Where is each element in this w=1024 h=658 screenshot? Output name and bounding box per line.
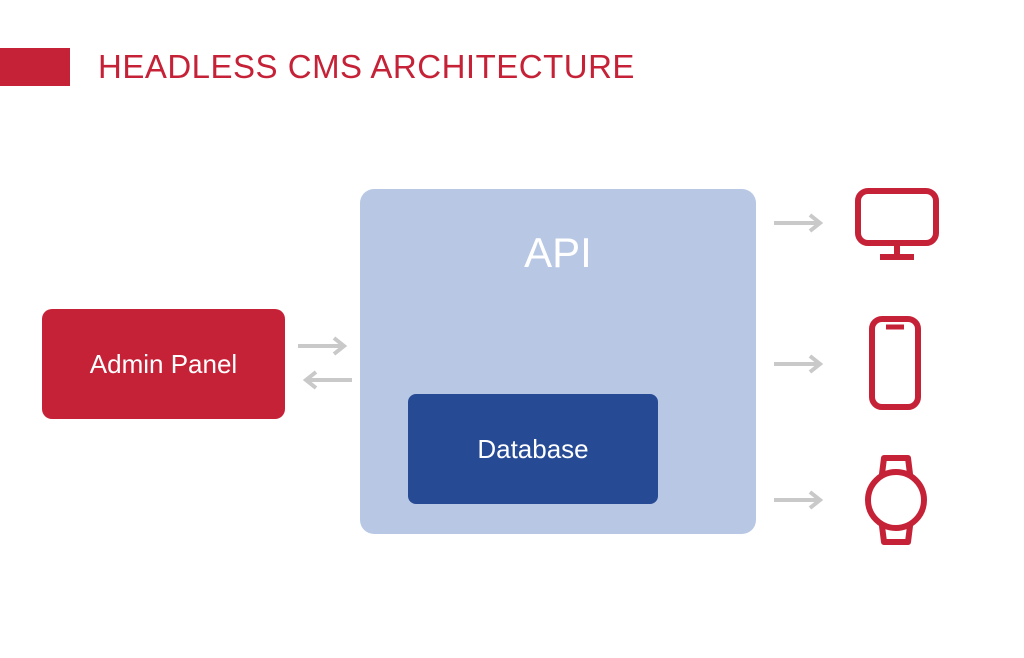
smartwatch-icon bbox=[862, 450, 930, 550]
arrow-to-desktop bbox=[772, 213, 830, 233]
api-label: API bbox=[524, 229, 592, 277]
accent-bar bbox=[0, 48, 70, 86]
admin-panel-box: Admin Panel bbox=[42, 309, 285, 419]
page-title: HEADLESS CMS ARCHITECTURE bbox=[98, 48, 635, 86]
admin-panel-label: Admin Panel bbox=[90, 349, 237, 380]
arrow-to-mobile bbox=[772, 354, 830, 374]
desktop-icon bbox=[852, 185, 942, 265]
database-label: Database bbox=[477, 434, 588, 465]
page-header: HEADLESS CMS ARCHITECTURE bbox=[0, 48, 635, 86]
api-box: API Database bbox=[360, 189, 756, 534]
mobile-icon bbox=[866, 313, 924, 413]
arrow-to-watch bbox=[772, 490, 830, 510]
arrow-admin-to-api bbox=[296, 336, 354, 356]
database-box: Database bbox=[408, 394, 658, 504]
arrow-api-to-admin bbox=[296, 370, 354, 390]
